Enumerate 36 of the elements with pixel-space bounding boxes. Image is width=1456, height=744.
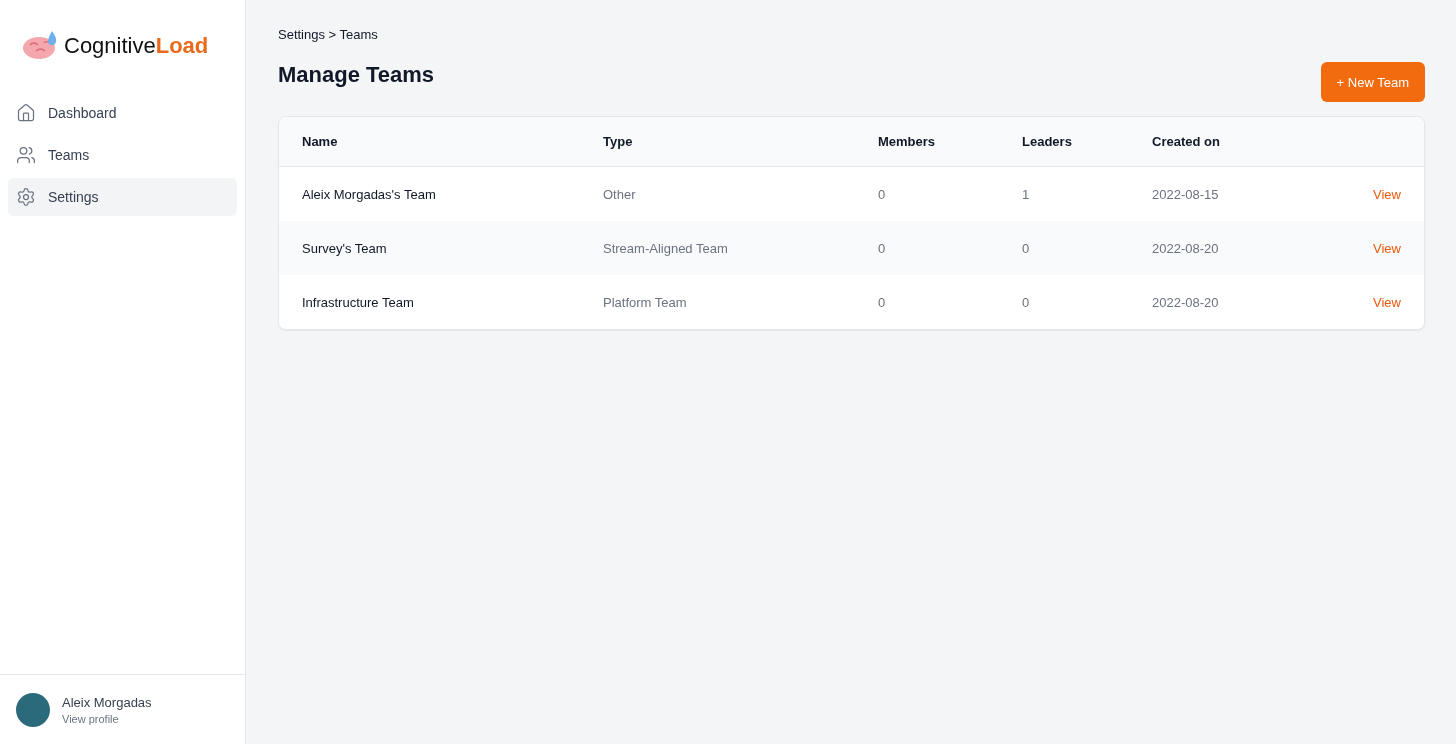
column-header: Type — [603, 134, 634, 149]
team-name: Aleix Morgadas's Team — [302, 186, 437, 202]
column-header: Created on — [1152, 134, 1221, 149]
new-team-button[interactable]: + New Team — [1320, 62, 1425, 102]
view-profile-link[interactable]: View profile — [62, 712, 152, 725]
column-header: Name — [302, 134, 339, 149]
nav-item[interactable]: Teams — [8, 136, 237, 174]
view-link[interactable]: View — [1373, 186, 1401, 202]
team-type: Other — [603, 186, 637, 202]
breadcrumb: Settings > Teams — [278, 27, 379, 42]
created-date: 2022-08-20 — [1152, 240, 1220, 256]
members-count: 0 — [878, 186, 887, 202]
nav-item[interactable]: Settings — [8, 178, 237, 216]
page-title: Manage Teams — [278, 62, 435, 88]
created-date: 2022-08-15 — [1152, 186, 1220, 202]
nav-item[interactable]: Dashboard — [8, 94, 237, 132]
members-count: 0 — [878, 294, 887, 310]
column-header: Leaders — [1022, 134, 1073, 149]
avatar — [16, 692, 50, 727]
leaders-count: 0 — [1022, 240, 1031, 256]
settings-icon — [16, 187, 36, 207]
members-count: 0 — [878, 240, 887, 256]
team-name: Infrastructure Team — [302, 294, 415, 310]
team-type: Stream-Aligned Team — [603, 240, 729, 256]
created-date: 2022-08-20 — [1152, 294, 1220, 310]
profile-name: Aleix Morgadas — [62, 694, 152, 710]
view-link[interactable]: View — [1373, 240, 1401, 256]
logo-wordmark: CognitiveLoad — [64, 33, 209, 59]
team-name: Survey's Team — [302, 240, 388, 256]
users-icon — [16, 145, 36, 165]
house-icon — [16, 103, 36, 123]
leaders-count: 0 — [1022, 294, 1031, 310]
view-link[interactable]: View — [1373, 294, 1401, 310]
team-type: Platform Team — [603, 294, 688, 310]
column-header: Members — [878, 134, 937, 149]
leaders-count: 1 — [1022, 186, 1031, 202]
